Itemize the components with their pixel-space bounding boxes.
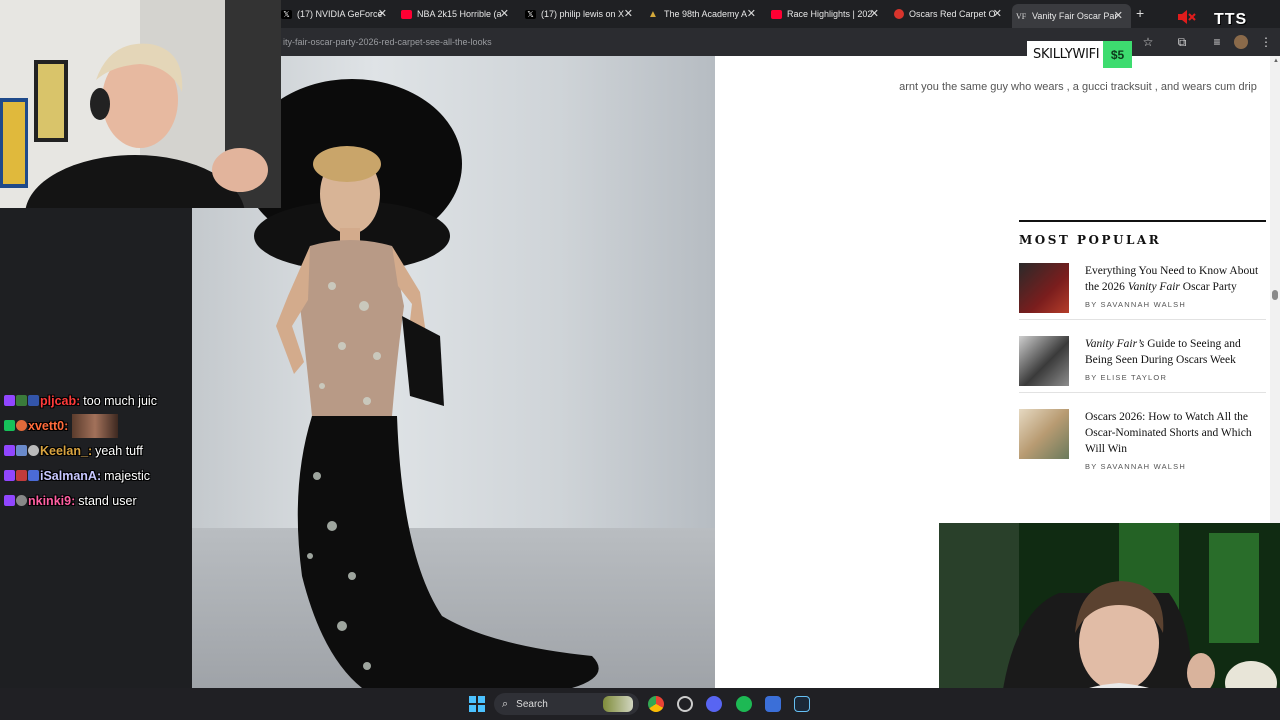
sub-badge-icon <box>16 445 27 456</box>
search-icon: ⌕ <box>502 697 509 710</box>
tab-race-highlights[interactable]: Race Highlights | 202 ✕ <box>771 4 879 24</box>
donor-name: SKILLYWIFI <box>1033 47 1100 62</box>
tab-nvidia[interactable]: 𝕏 (17) NVIDIA GeForce ✕ <box>281 4 387 24</box>
chat-text: yeah tuff <box>95 443 143 458</box>
menu-kebab-icon[interactable]: ⋮ <box>1258 34 1274 50</box>
article-headline[interactable]: Everything You Need to Know About the 20… <box>1085 263 1268 295</box>
vanity-fair-icon: VF <box>1016 11 1027 21</box>
academy-icon: ▲ <box>648 8 658 20</box>
new-tab-button[interactable]: + <box>1136 5 1144 21</box>
extensions-icon[interactable]: ⧉ <box>1174 34 1190 50</box>
tts-label: TTS <box>1214 11 1248 28</box>
chat-username[interactable]: Keelan_: <box>40 444 92 458</box>
chat-message: nkinki9: stand user <box>4 488 194 513</box>
article-thumbnail[interactable] <box>1019 409 1069 459</box>
close-tab-icon[interactable]: ✕ <box>870 7 879 20</box>
close-tab-icon[interactable]: ✕ <box>624 7 633 20</box>
article-headline[interactable]: Oscars 2026: How to Watch All the Oscar-… <box>1085 409 1268 457</box>
chat-message: pljcab: too much juic <box>4 388 194 413</box>
webcam-scene <box>0 0 281 208</box>
chat-username[interactable]: nkinki9: <box>28 494 75 508</box>
search-label: Search <box>516 698 548 710</box>
chat-message: iSalmanA: majestic <box>4 463 194 488</box>
article-thumbnail[interactable] <box>1019 336 1069 386</box>
bookmark-star-icon[interactable]: ☆ <box>1140 34 1156 50</box>
windows-taskbar: ⌕ Search <box>0 688 1280 720</box>
close-tab-icon[interactable]: ✕ <box>500 7 509 20</box>
tab-academy[interactable]: ▲ The 98th Academy A ✕ <box>648 4 756 24</box>
popular-item[interactable]: Everything You Need to Know About the 20… <box>1019 263 1266 320</box>
youtube-icon <box>401 9 412 19</box>
article-byline: BY SAVANNAH WALSH <box>1085 462 1186 471</box>
windows-start-icon[interactable] <box>469 696 485 712</box>
tts-message-caption: arnt you the same guy who wears , a gucc… <box>899 81 1257 93</box>
chat-username[interactable]: pljcab: <box>40 394 80 408</box>
gift-badge-icon <box>28 445 39 456</box>
sub-badge-icon <box>16 495 27 506</box>
close-tab-icon[interactable]: ✕ <box>993 7 1002 20</box>
kick-badge-icon <box>4 420 15 431</box>
x-logo-icon: 𝕏 <box>281 9 292 19</box>
scrollbar-thumb[interactable] <box>1272 290 1278 300</box>
sub-badge-icon <box>16 395 27 406</box>
twitch-badge-icon <box>4 495 15 506</box>
streamer-webcam <box>0 0 281 208</box>
twitch-badge-icon <box>4 395 15 406</box>
chat-emote-image <box>72 413 119 438</box>
page-scrollbar[interactable]: ▲ <box>1270 56 1280 523</box>
article-byline: BY ELISE TAYLOR <box>1085 373 1168 382</box>
chat-text: too much juic <box>83 393 157 408</box>
profile-avatar-icon[interactable] <box>1234 35 1248 49</box>
most-popular-section: MOST POPULAR Everything You Need to Know… <box>1019 220 1266 485</box>
chat-text: majestic <box>104 468 150 483</box>
popular-item[interactable]: Oscars 2026: How to Watch All the Oscar-… <box>1019 409 1268 471</box>
most-popular-heading: MOST POPULAR <box>1019 233 1162 247</box>
close-tab-icon[interactable]: ✕ <box>378 7 387 20</box>
steam-icon[interactable] <box>794 696 810 712</box>
chat-username[interactable]: iSalmanA: <box>40 469 101 483</box>
youtube-icon <box>771 9 782 19</box>
chat-message: xvett0: <box>4 413 194 438</box>
muted-speaker-icon <box>1176 10 1196 24</box>
tab-vanity-fair[interactable]: VF Vanity Fair Oscar Par ✕ <box>1012 4 1131 28</box>
search-highlight-icon <box>603 696 633 712</box>
obs-icon[interactable] <box>677 696 693 712</box>
gift-badge-icon <box>28 395 39 406</box>
url-text[interactable]: ity-fair-oscar-party-2026-red-carpet-see… <box>283 37 492 47</box>
taskbar-search-box[interactable]: ⌕ Search <box>494 693 639 715</box>
close-tab-icon[interactable]: ✕ <box>1114 9 1123 22</box>
spotify-icon[interactable] <box>736 696 752 712</box>
discord-icon[interactable] <box>706 696 722 712</box>
close-tab-icon[interactable]: ✕ <box>747 7 756 20</box>
oscars-icon <box>894 9 904 19</box>
chat-message: Keelan_: yeah tuff <box>4 438 194 463</box>
donation-amount: $5 <box>1103 41 1132 68</box>
scroll-up-icon[interactable]: ▲ <box>1273 58 1279 64</box>
active-app-icon[interactable] <box>765 696 781 712</box>
chrome-icon[interactable] <box>648 696 664 712</box>
tab-philip-lewis[interactable]: 𝕏 (17) philip lewis on X ✕ <box>525 4 633 24</box>
article-headline[interactable]: Vanity Fair’s Guide to Seeing and Being … <box>1085 336 1268 368</box>
sub-badge-icon <box>16 470 27 481</box>
tab-oscars-red-carpet[interactable]: Oscars Red Carpet O ✕ <box>894 4 1002 24</box>
twitch-badge-icon <box>4 470 15 481</box>
chat-username[interactable]: xvett0: <box>28 419 68 433</box>
popular-item[interactable]: Vanity Fair’s Guide to Seeing and Being … <box>1019 336 1266 393</box>
x-logo-icon: 𝕏 <box>525 9 536 19</box>
tab-nba[interactable]: NBA 2k15 Horrible (a ✕ <box>401 4 509 24</box>
donation-alert: SKILLYWIFI $5 <box>1027 41 1132 68</box>
gift-badge-icon <box>28 470 39 481</box>
article-byline: BY SAVANNAH WALSH <box>1085 300 1186 309</box>
sub-badge-icon <box>16 420 27 431</box>
chat-text: stand user <box>78 493 137 508</box>
stream-chat: pljcab: too much juic xvett0: Keelan_: y… <box>4 388 194 513</box>
media-controls-icon[interactable]: ≡ <box>1209 34 1225 50</box>
article-thumbnail[interactable] <box>1019 263 1069 313</box>
twitch-badge-icon <box>4 445 15 456</box>
